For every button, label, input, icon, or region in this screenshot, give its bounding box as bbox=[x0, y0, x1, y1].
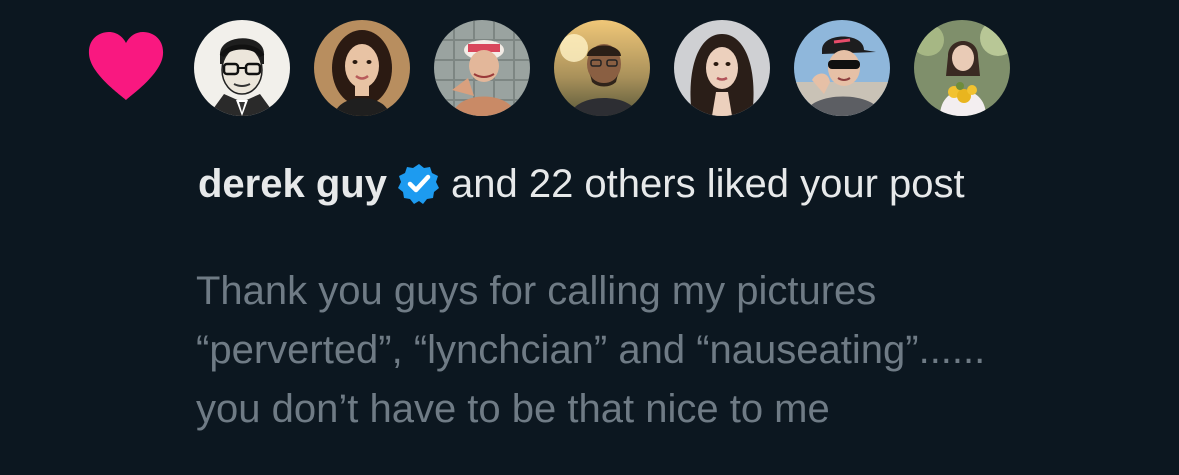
heart-icon bbox=[88, 32, 164, 100]
avatar-illustrated-man[interactable] bbox=[194, 20, 290, 116]
avatar-person-sailor-hat[interactable] bbox=[434, 20, 530, 116]
verified-badge-icon bbox=[397, 164, 439, 204]
user-name-link[interactable]: derek guy bbox=[198, 162, 387, 207]
liked-summary-text: and 22 others liked your post bbox=[450, 161, 965, 206]
notification-headline: derek guy and 22 others liked your post bbox=[198, 156, 965, 212]
liker-avatars bbox=[194, 20, 1010, 116]
like-notification[interactable]: derek guy and 22 others liked your post … bbox=[0, 0, 1179, 475]
avatar-person-flowers[interactable] bbox=[914, 20, 1010, 116]
avatar-woman-dark-hair[interactable] bbox=[314, 20, 410, 116]
post-line: you don’t have to be that nice to me bbox=[196, 387, 830, 431]
post-preview-text[interactable]: Thank you guys for calling my pictures “… bbox=[196, 262, 1156, 439]
post-line: Thank you guys for calling my pictures bbox=[196, 269, 877, 313]
avatar-man-sunset[interactable] bbox=[554, 20, 650, 116]
post-line: “perverted”, “lynchcian” and “nauseating… bbox=[196, 328, 986, 372]
avatar-woman-long-hair[interactable] bbox=[674, 20, 770, 116]
avatar-person-cap-sunglasses[interactable] bbox=[794, 20, 890, 116]
